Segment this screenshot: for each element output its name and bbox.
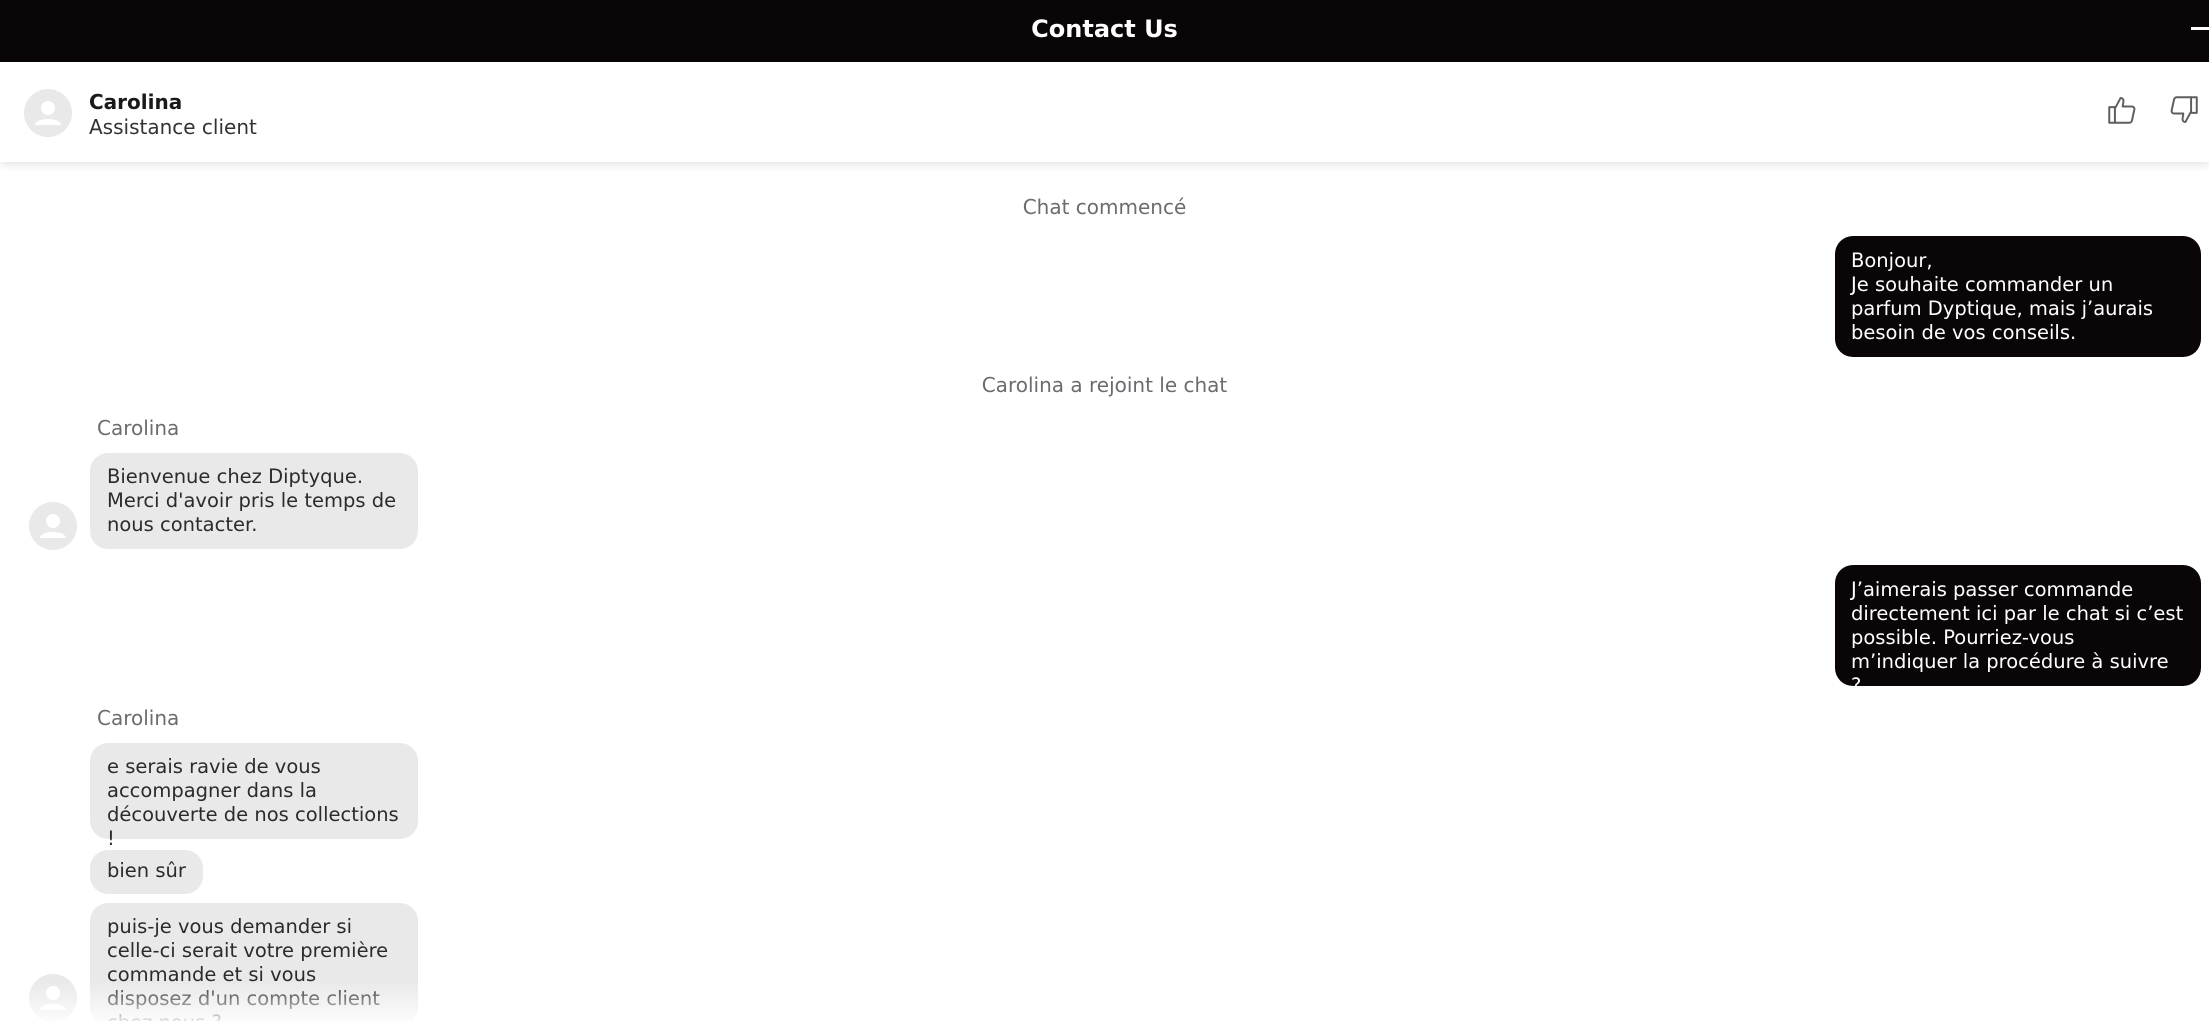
agent-message: Bienvenue chez Diptyque. Merci d'avoir p… <box>90 453 418 549</box>
minimize-button[interactable] <box>2179 18 2209 38</box>
header-title: Contact Us <box>1031 14 1178 43</box>
agent-message: e serais ravie de vous accompagner dans … <box>90 743 418 850</box>
user-message: Bonjour, Je souhaite commander un parfum… <box>1835 236 2201 357</box>
message-sender-name: Carolina <box>97 706 180 730</box>
agent-info-bar: Carolina Assistance client <box>0 62 2209 162</box>
thumbs-up-icon <box>2108 96 2136 124</box>
thumbs-up-button[interactable] <box>2100 88 2144 132</box>
agent-role: Assistance client <box>89 115 257 139</box>
scroll-fade <box>0 981 2209 1021</box>
chat-started-event: Chat commencé <box>1022 195 1187 219</box>
thumbs-down-button[interactable] <box>2162 88 2206 132</box>
chat-transcript[interactable]: Chat commencé Bonjour, Je souhaite comma… <box>0 162 2209 1021</box>
chat-header: Contact Us <box>0 0 2209 62</box>
user-avatar-icon <box>24 89 72 137</box>
user-message: J’aimerais passer commande directement i… <box>1835 565 2201 697</box>
agent-joined-event: Carolina a rejoint le chat <box>981 373 1228 397</box>
agent-name: Carolina <box>89 90 183 114</box>
agent-message: bien sûr <box>90 850 203 894</box>
user-avatar-icon <box>29 502 77 550</box>
minus-icon <box>2191 26 2209 30</box>
thumbs-down-icon <box>2170 96 2198 124</box>
message-sender-name: Carolina <box>97 416 180 440</box>
